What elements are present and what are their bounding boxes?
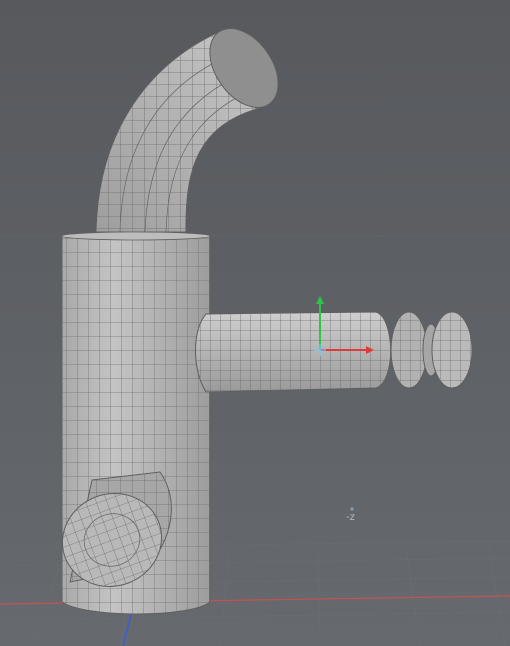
ground-z-axis-line (122, 614, 132, 646)
spout-mesh[interactable] (95, 16, 292, 233)
axis-label-neg-z: -z (346, 512, 355, 523)
viewport-canvas[interactable] (0, 0, 510, 646)
3d-viewport[interactable]: -z (0, 0, 510, 646)
handle-mesh[interactable] (195, 311, 473, 393)
world-origin-marker-icon (350, 507, 354, 511)
